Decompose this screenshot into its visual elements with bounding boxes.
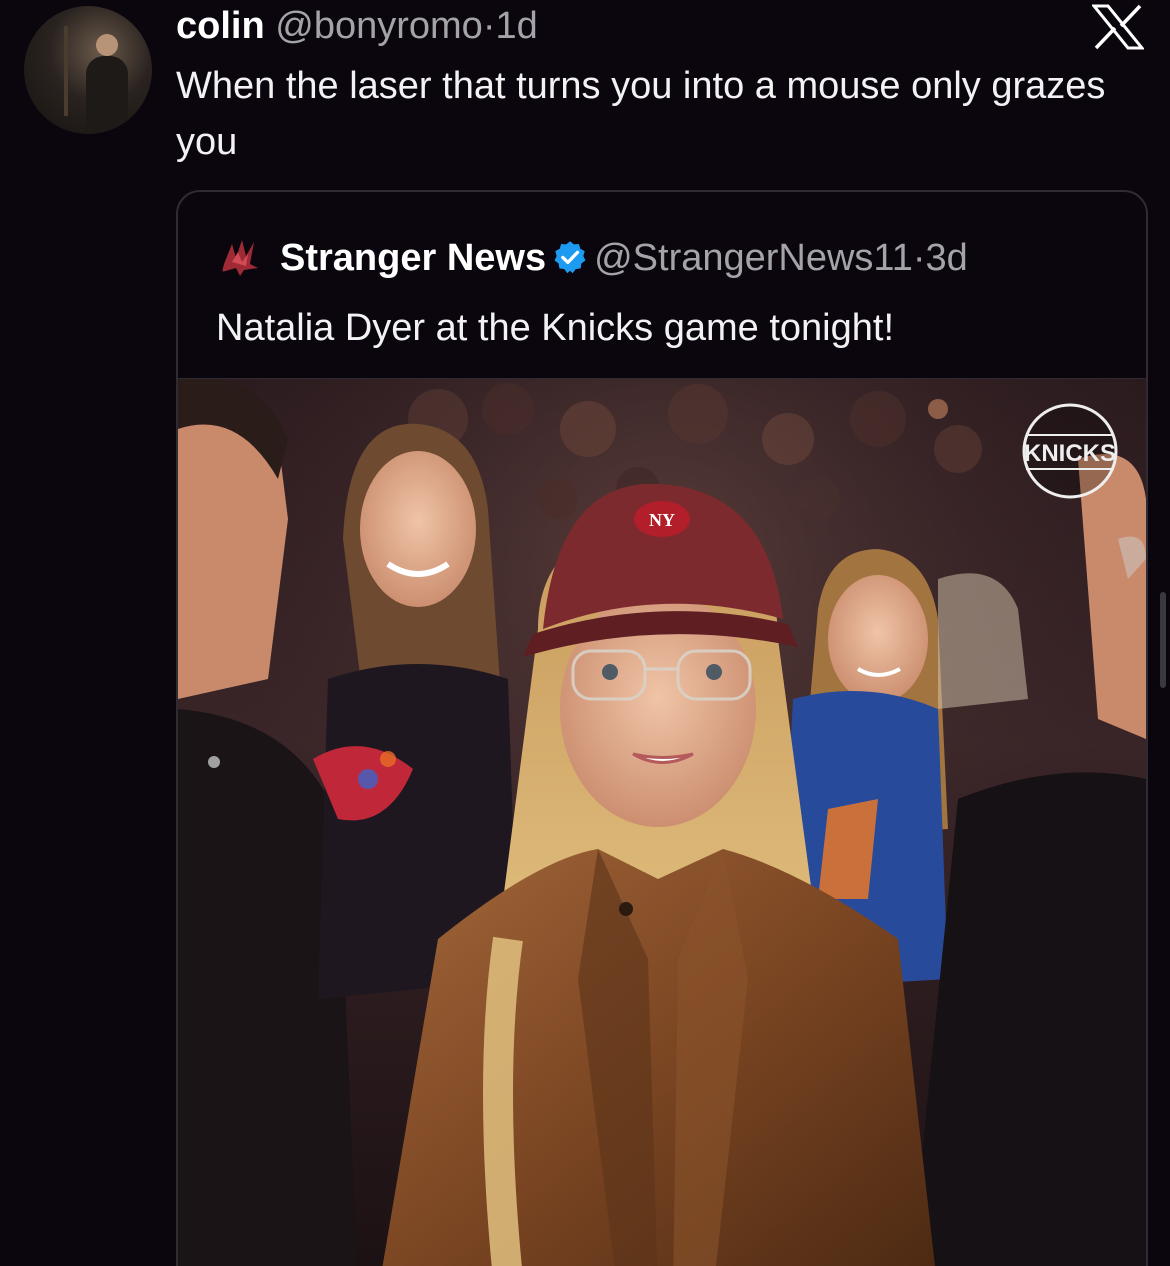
screen: colin @bonyromo·1d When the laser that t… bbox=[0, 0, 1170, 1266]
scrollbar-thumb[interactable] bbox=[1160, 592, 1166, 688]
quoted-handle[interactable]: @StrangerNews11 bbox=[594, 237, 913, 279]
author-handle[interactable]: @bonyromo bbox=[275, 5, 483, 47]
photo-illustration: NY KNICKS bbox=[178, 379, 1146, 1266]
tweet-timestamp[interactable]: 1d bbox=[495, 5, 537, 47]
quoted-tweet-card[interactable]: Stranger News @StrangerNews11·3d Natalia… bbox=[176, 190, 1148, 1266]
tweet-header: colin @bonyromo·1d bbox=[176, 4, 538, 48]
quoted-tweet-header: Stranger News @StrangerNews11·3d bbox=[280, 236, 968, 280]
avatar-figure-body bbox=[86, 56, 128, 134]
knicks-logo-text: KNICKS bbox=[1024, 440, 1116, 467]
knicks-logo: KNICKS bbox=[1022, 403, 1118, 499]
quoted-tweet-photo[interactable]: NY KNICKS bbox=[178, 378, 1146, 1266]
avatar-bg-pole bbox=[64, 26, 68, 116]
quoted-tweet-text: Natalia Dyer at the Knicks game tonight! bbox=[216, 307, 895, 349]
quoted-timestamp[interactable]: 3d bbox=[926, 237, 968, 279]
quoted-display-name[interactable]: Stranger News bbox=[280, 237, 546, 279]
quoted-author-avatar[interactable] bbox=[218, 234, 264, 280]
avatar-figure-head bbox=[96, 34, 118, 56]
verified-badge-icon bbox=[554, 241, 586, 274]
x-logo-icon[interactable] bbox=[1092, 4, 1144, 50]
cap-logo: NY bbox=[649, 510, 675, 530]
author-avatar[interactable] bbox=[24, 6, 152, 134]
quoted-header-separator: · bbox=[912, 237, 926, 279]
stranger-news-logo-icon bbox=[218, 234, 264, 280]
author-display-name[interactable]: colin bbox=[176, 5, 265, 47]
header-separator: · bbox=[482, 5, 496, 47]
tweet-text: When the laser that turns you into a mou… bbox=[176, 65, 1106, 163]
